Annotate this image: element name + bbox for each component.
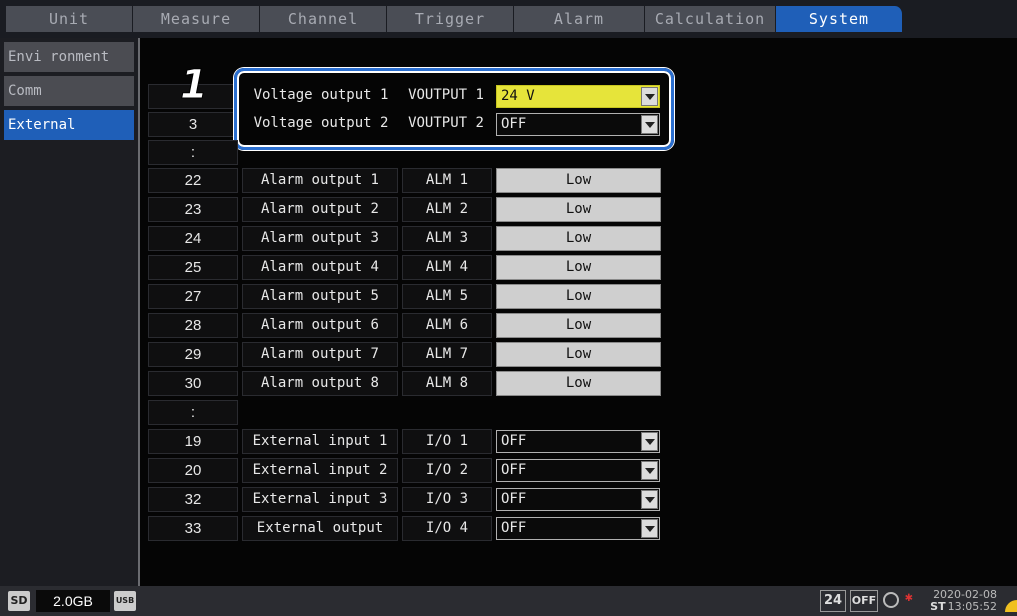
tab-unit[interactable]: Unit [6, 6, 133, 32]
dropdown-value: OFF [501, 491, 527, 507]
output-label: Alarm output 6 [242, 313, 398, 338]
status-bar: SD 2.0GB USB 24 OFF ✱ 2020-02-08 ST 13:05… [0, 586, 1017, 616]
output-label: Alarm output 5 [242, 284, 398, 309]
io-code: I/O 4 [402, 516, 492, 541]
side-menu: Envi ronment Comm External [0, 38, 140, 586]
datetime-display: 2020-02-08 ST 13:05:52 [930, 589, 997, 613]
io-label: External input 2 [242, 458, 398, 483]
io-label: External output [242, 516, 398, 541]
chevron-down-icon[interactable] [641, 490, 658, 509]
io-4-select[interactable]: OFF [496, 517, 660, 540]
tab-calculation[interactable]: Calculation [645, 6, 776, 32]
io-code: I/O 3 [402, 487, 492, 512]
pin-cell: 3 [148, 112, 238, 137]
alarm-output-2-value[interactable]: Low [496, 197, 661, 222]
io-2-select[interactable]: OFF [496, 459, 660, 482]
pin-cell: 20 [148, 458, 238, 483]
io-label: External input 3 [242, 487, 398, 512]
alarm-output-6-value[interactable]: Low [496, 313, 661, 338]
top-tab-bar: Unit Measure Channel Trigger Alarm Calcu… [0, 0, 1017, 38]
separator-cell: : [148, 140, 238, 165]
io-code: I/O 2 [402, 458, 492, 483]
side-item-environment[interactable]: Envi ronment [4, 42, 134, 72]
dropdown-value: OFF [501, 433, 527, 449]
tab-system[interactable]: System [776, 6, 903, 32]
pin-cell: 22 [148, 168, 238, 193]
alarm-output-7-value[interactable]: Low [496, 342, 661, 367]
usb-icon: USB [114, 591, 136, 611]
instrument-screen: Unit Measure Channel Trigger Alarm Calcu… [0, 0, 1017, 616]
output-label: Alarm output 8 [242, 371, 398, 396]
chevron-down-icon[interactable] [641, 461, 658, 480]
output-code: ALM 5 [402, 284, 492, 309]
output-code: ALM 6 [402, 313, 492, 338]
output-code: ALM 3 [402, 226, 492, 251]
off-indicator: OFF [850, 590, 878, 612]
sd-card-icon: SD [8, 591, 30, 611]
circle-status-icon [883, 592, 899, 608]
tab-alarm[interactable]: Alarm [514, 6, 645, 32]
tab-trigger[interactable]: Trigger [387, 6, 514, 32]
pin-cell: 33 [148, 516, 238, 541]
io-1-select[interactable]: OFF [496, 430, 660, 453]
output-label: Alarm output 1 [242, 168, 398, 193]
time-row: ST 13:05:52 [930, 601, 997, 613]
output-label: Alarm output 3 [242, 226, 398, 251]
highlight-frame [234, 68, 674, 150]
pin-cell: 30 [148, 371, 238, 396]
alarm-output-8-value[interactable]: Low [496, 371, 661, 396]
output-code: ALM 8 [402, 371, 492, 396]
voltage-indicator: 24 [820, 590, 846, 612]
pin-cell: 19 [148, 429, 238, 454]
pin-cell: 23 [148, 197, 238, 222]
tab-measure[interactable]: Measure [133, 6, 260, 32]
output-label: Alarm output 4 [242, 255, 398, 280]
time-text: 13:05:52 [947, 600, 997, 613]
pin-cell: 27 [148, 284, 238, 309]
output-code: ALM 7 [402, 342, 492, 367]
chevron-down-icon[interactable] [641, 519, 658, 538]
io-label: External input 1 [242, 429, 398, 454]
dropdown-value: OFF [501, 462, 527, 478]
separator-cell: : [148, 400, 238, 425]
io-code: I/O 1 [402, 429, 492, 454]
dropdown-value: OFF [501, 520, 527, 536]
chevron-down-icon[interactable] [641, 432, 658, 451]
alarm-output-5-value[interactable]: Low [496, 284, 661, 309]
time-prefix: ST [930, 600, 946, 613]
pin-cell: 29 [148, 342, 238, 367]
output-code: ALM 1 [402, 168, 492, 193]
corner-indicator [1005, 600, 1017, 612]
pin-cell: 24 [148, 226, 238, 251]
output-code: ALM 2 [402, 197, 492, 222]
io-3-select[interactable]: OFF [496, 488, 660, 511]
output-label: Alarm output 7 [242, 342, 398, 367]
output-label: Alarm output 2 [242, 197, 398, 222]
alarm-output-1-value[interactable]: Low [496, 168, 661, 193]
pin-cell: 32 [148, 487, 238, 512]
storage-remaining: 2.0GB [36, 590, 110, 612]
side-item-external[interactable]: External [4, 110, 134, 140]
pin-cell: 25 [148, 255, 238, 280]
alarm-output-4-value[interactable]: Low [496, 255, 661, 280]
output-code: ALM 4 [402, 255, 492, 280]
tab-channel[interactable]: Channel [260, 6, 387, 32]
sync-icon: ✱ [905, 590, 913, 605]
step-marker: 1 [180, 62, 209, 109]
alarm-output-3-value[interactable]: Low [496, 226, 661, 251]
side-item-comm[interactable]: Comm [4, 76, 134, 106]
pin-cell: 28 [148, 313, 238, 338]
